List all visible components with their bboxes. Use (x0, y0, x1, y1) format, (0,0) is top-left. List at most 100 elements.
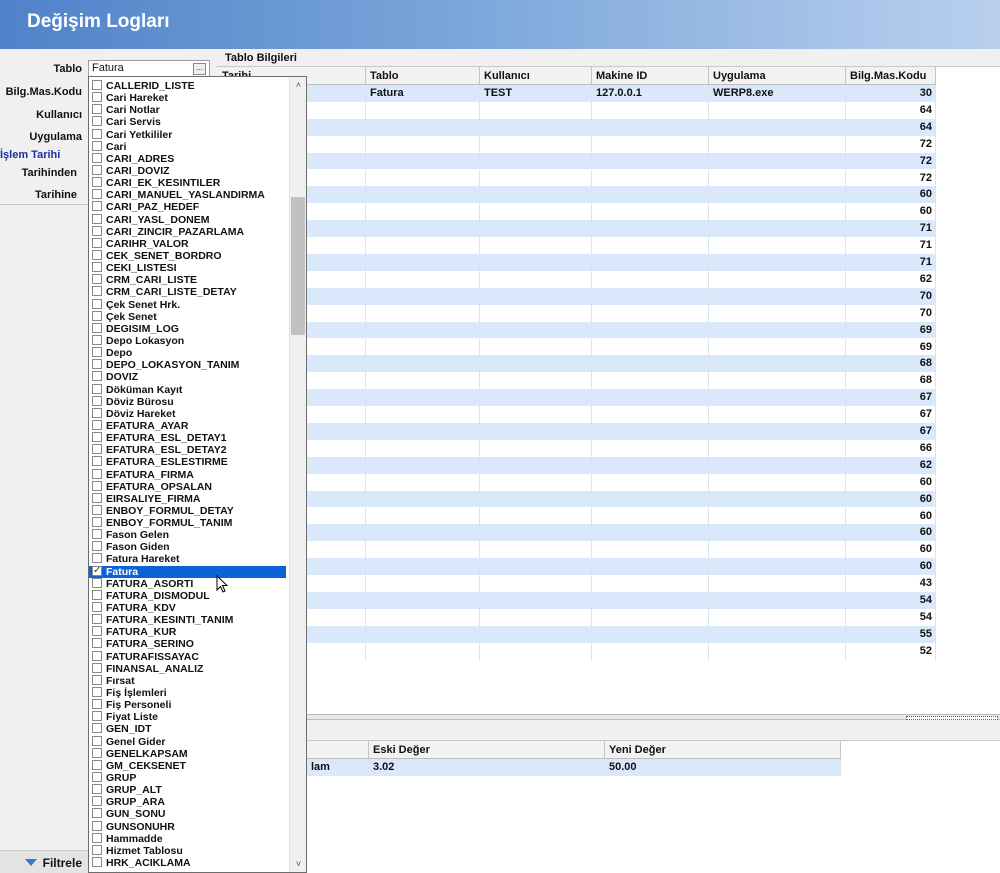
tablo-dropdown-list[interactable]: CALLERID_LISTE Cari Hareket Cari Notlar Car… (88, 76, 307, 873)
table-row[interactable]: :0:5268 (216, 355, 936, 373)
checkbox[interactable] (92, 116, 102, 127)
dropdown-item[interactable]: DOVIZ (89, 371, 289, 383)
checkbox[interactable] (92, 237, 102, 248)
checkbox[interactable] (92, 262, 102, 273)
table-row[interactable]: :22:3572 (216, 135, 936, 153)
dropdown-item[interactable]: Döküman Kayıt (89, 383, 289, 396)
checkbox[interactable] (92, 553, 102, 564)
dropdown-item[interactable]: EFATURA_ESL_DETAY2 (89, 444, 289, 456)
table-row[interactable]: :9:4554 (216, 608, 936, 626)
checkbox[interactable] (92, 128, 102, 139)
checkbox[interactable] (92, 699, 102, 710)
dropdown-item[interactable]: FATURA_KDV (89, 602, 289, 614)
table-row[interactable]: :25:5860 (216, 507, 936, 525)
checkbox[interactable] (92, 723, 102, 734)
checkbox[interactable] (92, 92, 102, 103)
table-row[interactable]: :25:1860 (216, 524, 936, 542)
dropdown-item[interactable]: Fiyat Liste (89, 711, 289, 723)
dropdown-item[interactable]: EFATURA_FIRMA (89, 468, 289, 481)
checkbox[interactable] (92, 602, 102, 613)
table-row[interactable]: :45:17FaturaTEST127.0.0.1WERP8.exe30 (216, 85, 936, 102)
dropdown-item[interactable]: GM_CEKSENET (89, 759, 289, 772)
checkbox[interactable] (92, 772, 102, 783)
dropdown-item[interactable]: CARI_EK_KESINTILER (89, 177, 289, 189)
scroll-thumb[interactable] (291, 197, 305, 335)
checkbox[interactable] (92, 80, 102, 90)
checkbox[interactable] (92, 820, 102, 831)
dropdown-item[interactable]: Fiş İşlemleri (89, 687, 289, 699)
table-row[interactable]: :27:0060 (216, 203, 936, 221)
table-row[interactable]: :22:1972 (216, 152, 936, 170)
checkbox[interactable] (92, 517, 102, 528)
dropdown-item[interactable]: EFATURA_AYAR (89, 419, 289, 432)
checkbox[interactable] (92, 201, 102, 212)
checkbox[interactable] (92, 213, 102, 224)
checkbox[interactable] (92, 529, 102, 540)
table-row[interactable]: :0:3668 (216, 372, 936, 390)
checkbox[interactable] (92, 711, 102, 722)
table-row[interactable]: :22:1372 (216, 169, 936, 187)
checkbox[interactable] (92, 687, 102, 698)
checkbox[interactable] (92, 286, 102, 297)
checkbox[interactable] (92, 735, 102, 746)
table-row[interactable]: :5:2470 (216, 287, 936, 305)
dropdown-item[interactable]: Depo (89, 347, 289, 359)
checkbox[interactable] (92, 541, 102, 552)
table-row[interactable]: :25:0860 (216, 558, 936, 576)
checkbox[interactable] (92, 626, 102, 637)
dropdown-item[interactable]: Depo Lokasyon (89, 334, 289, 347)
table-row[interactable]: :24:3971 (216, 237, 936, 254)
scroll-down-icon[interactable]: ˅ (290, 856, 306, 872)
checkbox[interactable] (92, 432, 102, 443)
table-row[interactable]: :5:1670 (216, 304, 936, 322)
dropdown-item[interactable]: Fırsat (89, 674, 289, 687)
dropdown-item[interactable]: CEKI_LISTESI (89, 262, 289, 274)
table-row[interactable]: :40:3062 (216, 456, 936, 474)
dropdown-item[interactable]: Cari (89, 140, 289, 153)
checkbox[interactable] (92, 456, 102, 467)
checkbox[interactable] (92, 371, 102, 382)
table-row[interactable]: :27:4660 (216, 490, 936, 508)
checkbox[interactable] (92, 662, 102, 673)
table-row[interactable]: :32:5264 (216, 118, 936, 136)
dropdown-item[interactable]: GUNSONUHR (89, 820, 289, 833)
checkbox[interactable] (92, 177, 102, 188)
column-header[interactable]: Bilg.Mas.Kodu (846, 67, 936, 85)
column-header[interactable]: Makine ID (592, 67, 709, 85)
checkbox[interactable] (92, 164, 102, 175)
checkbox[interactable] (92, 796, 102, 807)
table-row[interactable]: :28:1860 (216, 473, 936, 491)
dropdown-item[interactable]: GRUP_ARA (89, 796, 289, 808)
dropdown-item[interactable]: Cari Yetkililer (89, 128, 289, 141)
checkbox[interactable] (92, 359, 102, 370)
table-row[interactable]: :27:4466 (216, 439, 936, 457)
dropdown-item[interactable]: GENELKAPSAM (89, 747, 289, 760)
dropdown-item[interactable]: EIRSALIYE_FIRMA (89, 492, 289, 505)
checkbox[interactable] (92, 383, 102, 394)
dropdown-item[interactable]: DEGISIM_LOG (89, 322, 289, 335)
table-row[interactable]: :2:5254 (216, 592, 936, 609)
checkbox[interactable] (92, 784, 102, 795)
dropdown-item[interactable]: Fason Giden (89, 541, 289, 553)
checkbox[interactable] (92, 298, 102, 309)
checkbox[interactable] (92, 759, 102, 770)
dropdown-item[interactable]: FATURA_KESINTI_TANIM (89, 614, 289, 626)
detail-column-header[interactable]: Eski Değer (369, 741, 605, 759)
dropdown-item[interactable]: CARI_ZINCIR_PAZARLAMA (89, 225, 289, 238)
dropdown-item[interactable]: Cari Hareket (89, 92, 289, 104)
checkbox[interactable] (92, 674, 102, 685)
checkbox[interactable] (92, 832, 102, 843)
dropdown-item[interactable]: FATURA_ASORTI (89, 577, 289, 590)
dropdown-item[interactable]: Çek Senet Hrk. (89, 298, 289, 311)
checkbox[interactable] (92, 480, 102, 491)
dropdown-item[interactable]: CARI_DOVIZ (89, 164, 289, 177)
detail-row[interactable]: lam 3.02 50.00 (307, 759, 841, 776)
table-row[interactable]: :01:5367 (216, 389, 936, 407)
table-row[interactable]: :07:1862 (216, 270, 936, 288)
table-row[interactable]: :27:1260 (216, 186, 936, 204)
splitter[interactable] (307, 714, 1000, 720)
checkbox[interactable] (92, 347, 102, 358)
checkbox[interactable] (92, 310, 102, 321)
dropdown-item[interactable]: GEN_IDT (89, 723, 289, 735)
checkbox[interactable] (92, 189, 102, 200)
